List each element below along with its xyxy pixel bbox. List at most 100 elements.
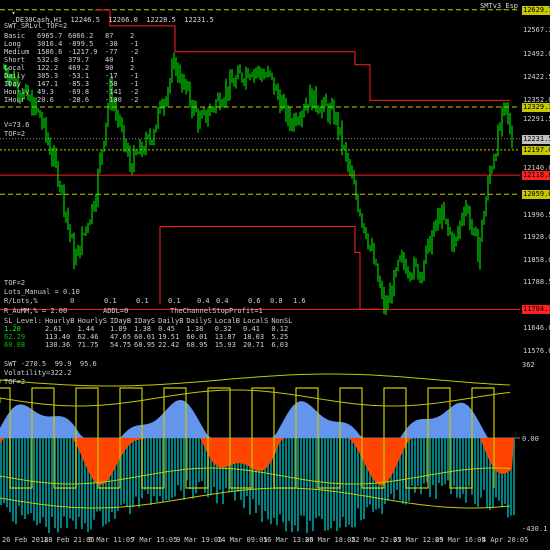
histogram-bar: [342, 438, 344, 518]
level-stats-cell: -141: [105, 88, 122, 96]
tof-label: TOF=2: [4, 130, 26, 138]
sl-header-cell: LocalB: [214, 317, 241, 325]
histogram-bar: [15, 438, 17, 524]
histogram-bar: [3, 438, 5, 504]
sl-value-cell: 130.36: [44, 341, 71, 349]
histogram-bar: [48, 438, 50, 534]
time-axis-label: 7 Mar 15:05: [131, 536, 178, 544]
rlots-value: 0.1: [104, 297, 117, 305]
time-axis[interactable]: 26 Feb 2018 28 Feb 21:05 5 Mar 11:05 7 Mar …: [0, 533, 550, 550]
level-stats-row: Short 532.8 379.7 40 1: [4, 56, 143, 64]
oscillator-subchart[interactable]: [0, 358, 520, 535]
histogram-bar: [6, 438, 8, 508]
volatility-label: Volatility=322.2: [4, 369, 72, 377]
sl-value-cell: 0.41: [243, 325, 260, 333]
price-scale-label: 12291.5: [523, 115, 550, 124]
sl-row: 62.29 113.40 62.46 47.65 60.01 19.51 60.01 13.8…: [4, 333, 295, 341]
histogram-bar: [303, 438, 305, 516]
sl-value-cell: 54.75: [109, 341, 132, 349]
histogram-bar: [198, 438, 200, 482]
oscillator-canvas[interactable]: [0, 358, 520, 535]
sl-header-cell: HourlyS: [77, 317, 107, 325]
histogram-bar: [63, 438, 65, 517]
histogram-bar: [21, 438, 23, 516]
sl-header-cell: NonSL: [271, 317, 293, 325]
histogram-bar: [18, 438, 20, 506]
sl-level-value: 62.29: [4, 333, 26, 341]
level-stats-cell: -85.3: [68, 80, 90, 88]
histogram-bar: [327, 438, 329, 531]
indicator-tag: SMTv3_Esp: [480, 2, 518, 10]
sl-value-cell: 1.09: [109, 325, 127, 333]
sl-value-cell: 19.51: [158, 333, 180, 341]
histogram-bar: [291, 438, 293, 533]
histogram-bar: [72, 438, 74, 521]
sl-header-cell: SL_Level:: [4, 317, 42, 325]
rlots-value: 0.4: [197, 297, 210, 305]
level-stats-cell: -1: [130, 72, 139, 80]
stop-profit-label: TheChannelStopProfit=1: [170, 307, 263, 315]
sl-header-cell: HourlyB: [44, 317, 75, 325]
histogram-bar: [165, 438, 167, 501]
histogram-bar: [306, 438, 308, 535]
level-stats-cell: 20.6: [37, 96, 54, 104]
histogram-bar: [309, 438, 311, 521]
level-stats-cell: -30: [105, 40, 118, 48]
level-stats-cell: -2: [130, 48, 139, 56]
level-stats-cell: 87: [105, 32, 114, 40]
sl-value-cell: 6.03: [271, 341, 289, 349]
level-stats-cell: 1586.6: [37, 48, 63, 56]
price-scale[interactable]: 12629.7 12567.3 12492.0 12422.5 12352.0 12329…: [520, 0, 550, 356]
rlots-value: 0: [70, 297, 75, 305]
histogram-bar: [444, 438, 446, 485]
histogram-bar: [33, 438, 35, 521]
level-stats-cell: Basic: [4, 32, 26, 40]
histogram-bar: [453, 438, 455, 487]
histogram-bar: [477, 438, 479, 507]
histogram-bar: [321, 438, 323, 520]
histogram-bar: [351, 438, 353, 528]
histogram-bar: [201, 438, 203, 481]
sl-header-cell: DailyB: [158, 317, 184, 325]
price-scale-label: 11646.0: [523, 324, 550, 333]
sl-value-cell: 47.65: [109, 333, 132, 341]
sl-value-cell: 22.42: [158, 341, 180, 349]
histogram-bar: [177, 438, 179, 486]
histogram-bar: [447, 438, 449, 481]
level-stats-row: Local 122.2 469.2 90 2: [4, 64, 143, 72]
level-stats-cell: IHour: [4, 96, 26, 104]
histogram-bar: [420, 438, 422, 495]
rlots-value: 0.1: [136, 297, 149, 305]
level-stats-cell: -69.8: [68, 88, 90, 96]
rlots-value: 0.4: [216, 297, 229, 305]
level-stats-row: Basic 6965.7 6066.2 87 2: [4, 32, 143, 40]
symbol-title: ▾ .DE30Cash,H1 12246.5 12266.0 12228.5 1…: [3, 3, 213, 24]
r-aumm-label: R_AuMM,% = 2.00: [4, 307, 68, 315]
level-stats-cell: -1: [130, 40, 139, 48]
level-stats-row: Medium 1586.6 -1217.9 -77 -2: [4, 48, 143, 56]
sl-value-cell: 2.61: [44, 325, 62, 333]
level-stats-cell: Daily: [4, 72, 26, 80]
histogram-bar: [57, 438, 59, 533]
sl-header-cell: IDayS: [134, 317, 156, 325]
histogram-bar: [312, 438, 314, 532]
level-stats-row: Daily 305.3 -53.1 -17 -1: [4, 72, 143, 80]
price-tag-label: 12118.8: [522, 171, 550, 181]
histogram-bar: [435, 438, 437, 499]
level-stats-cell: -899.5: [68, 40, 94, 48]
sl-header-cell: DailyS: [186, 317, 212, 325]
swt-title: SWT -270.5 99.9 95.6: [4, 360, 97, 368]
sl-value-cell: 15.93: [214, 341, 236, 349]
sub-scale-top: 362: [522, 361, 535, 369]
sl-value-cell: 18.03: [243, 333, 265, 341]
level-stats-cell: 40: [105, 56, 114, 64]
price-tag-label: 12329.3: [522, 103, 550, 113]
level-stats-cell: 379.7: [68, 56, 90, 64]
level-stats-cell: 6066.2: [68, 32, 94, 40]
histogram-bar: [132, 438, 134, 508]
sl-value-cell: 71.75: [77, 341, 99, 349]
level-stats-cell: -100: [105, 96, 122, 104]
rlots-value: 1.6: [293, 297, 306, 305]
time-axis-label: 4 Apr 20:05: [482, 536, 529, 544]
price-tag-label: 11704.1: [522, 305, 550, 315]
